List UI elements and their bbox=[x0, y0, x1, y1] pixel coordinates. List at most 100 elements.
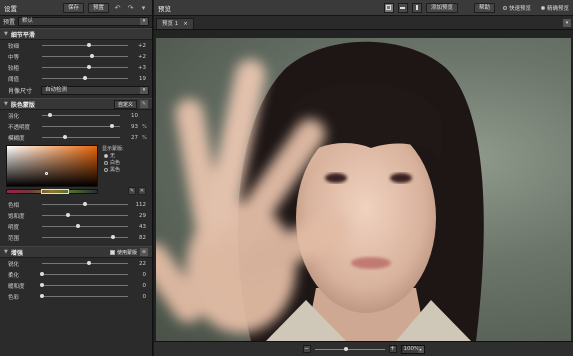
slider-knob[interactable] bbox=[47, 113, 52, 117]
slider-knob[interactable] bbox=[40, 294, 44, 298]
slider-track[interactable] bbox=[42, 113, 120, 117]
portrait-size-select[interactable]: 自动检测 ▾ bbox=[41, 85, 149, 95]
slider-track[interactable] bbox=[42, 124, 120, 128]
mask-option-black[interactable]: 黑色 bbox=[102, 166, 146, 173]
chevron-down-icon[interactable]: ▾ bbox=[563, 19, 571, 27]
color-marker[interactable] bbox=[45, 172, 48, 175]
slider-knob[interactable] bbox=[40, 283, 44, 287]
slider-knob[interactable] bbox=[110, 235, 115, 239]
slider-value[interactable]: 19 bbox=[132, 76, 146, 82]
detail-section-header[interactable]: ▼ 细节平滑 bbox=[0, 28, 152, 40]
split-view-icon[interactable] bbox=[397, 2, 408, 13]
preset-button[interactable]: 预置 bbox=[87, 2, 109, 13]
preset-select-value: 默认 bbox=[22, 18, 34, 24]
use-mask-checkbox[interactable]: 使用蒙版 bbox=[109, 249, 137, 256]
slider-track[interactable] bbox=[40, 272, 128, 276]
slider-value[interactable]: +3 bbox=[132, 65, 146, 71]
zoom-slider[interactable] bbox=[314, 346, 385, 351]
mask-option-none[interactable]: 无 bbox=[102, 152, 146, 159]
slider-knob[interactable] bbox=[83, 202, 87, 206]
preview-image[interactable] bbox=[156, 38, 571, 341]
slider-track[interactable] bbox=[42, 54, 128, 58]
mask-mode-select[interactable]: 自定义 bbox=[113, 99, 137, 109]
add-preview-button[interactable]: 添加预览 bbox=[425, 2, 458, 13]
enhance-section-header[interactable]: ▼ 增强 使用蒙版 ≡ bbox=[0, 246, 152, 258]
eyedropper-remove-icon[interactable]: ✕ bbox=[138, 187, 146, 195]
menu-arrow-icon[interactable]: ▾ bbox=[139, 3, 148, 12]
slider-track[interactable] bbox=[42, 213, 128, 217]
slider-track[interactable] bbox=[40, 283, 128, 287]
slider-row: 锐化 22 bbox=[0, 258, 152, 269]
slider-label: 中等 bbox=[8, 54, 20, 61]
tab-preview-1[interactable]: 预览 1 × bbox=[156, 18, 194, 29]
slider-track[interactable] bbox=[42, 135, 120, 139]
slider-track[interactable] bbox=[40, 294, 128, 298]
slider-value[interactable]: 0 bbox=[132, 294, 147, 300]
preview-header: 预览 添加预览 帮助 快速预览 精确预览 bbox=[154, 0, 573, 16]
zoom-slider-knob[interactable] bbox=[344, 346, 348, 351]
slider-value[interactable]: 0 bbox=[132, 283, 147, 289]
slider-value[interactable]: 112 bbox=[132, 202, 147, 208]
preset-select[interactable]: 默认 ▾ bbox=[18, 17, 149, 26]
mask-option-white[interactable]: 白色 bbox=[102, 159, 146, 166]
single-view-icon[interactable] bbox=[383, 2, 394, 13]
slider-knob[interactable] bbox=[89, 54, 94, 58]
slider-track[interactable] bbox=[42, 224, 128, 228]
radio-icon bbox=[502, 5, 507, 10]
slider-knob[interactable] bbox=[65, 213, 70, 217]
slider-value[interactable]: 0 bbox=[132, 272, 147, 278]
precise-preview-radio[interactable]: 精确预览 bbox=[540, 4, 569, 12]
save-button[interactable]: 保存 bbox=[62, 2, 84, 13]
side-by-side-view-icon[interactable] bbox=[411, 2, 422, 13]
settings-header: 设置 保存 预置 ↶ ↷ ▾ bbox=[0, 0, 152, 16]
redo-icon[interactable]: ↷ bbox=[126, 3, 135, 12]
slider-row: 饱和度 29 bbox=[0, 210, 152, 221]
skin-sliders: 羽化 10 不透明度 93% 模糊度 27% bbox=[0, 110, 152, 143]
mask-display-options: 显示蒙版: 无 白色 黑色 bbox=[102, 145, 146, 193]
slider-value[interactable]: 10 bbox=[124, 113, 138, 119]
slider-value[interactable]: +2 bbox=[132, 43, 146, 49]
fast-preview-radio[interactable]: 快速预览 bbox=[502, 4, 531, 12]
skin-section-header[interactable]: ▼ 肤色蒙版 自定义 ✎ bbox=[0, 98, 152, 110]
enhance-sliders: 锐化 22 柔化 0 暖和度 0 色彩 0 bbox=[0, 258, 152, 302]
eyedropper-icon[interactable]: ✎ bbox=[140, 100, 148, 108]
zoom-out-button[interactable]: − bbox=[302, 345, 311, 353]
slider-knob[interactable] bbox=[76, 224, 81, 228]
slider-track[interactable] bbox=[42, 202, 128, 206]
zoom-in-button[interactable]: + bbox=[388, 345, 397, 353]
slider-knob[interactable] bbox=[87, 43, 92, 47]
slider-track[interactable] bbox=[42, 65, 128, 69]
slider-knob[interactable] bbox=[87, 261, 92, 265]
slider-knob[interactable] bbox=[87, 65, 92, 69]
slider-row: 羽化 10 bbox=[0, 110, 152, 121]
hue-strip[interactable] bbox=[6, 189, 98, 194]
close-icon[interactable]: × bbox=[183, 19, 188, 29]
color-field[interactable] bbox=[6, 145, 98, 187]
slider-track[interactable] bbox=[42, 235, 128, 239]
slider-label: 柔化 bbox=[8, 272, 20, 279]
slider-knob[interactable] bbox=[40, 272, 44, 276]
slider-knob[interactable] bbox=[63, 135, 68, 139]
skin-section-title: 肤色蒙版 bbox=[10, 101, 35, 109]
enhance-options-icon[interactable]: ≡ bbox=[140, 248, 148, 256]
slider-value[interactable]: 22 bbox=[132, 261, 146, 267]
eyedropper-add-icon[interactable]: ✎ bbox=[128, 187, 136, 195]
hue-window[interactable] bbox=[41, 189, 69, 194]
slider-knob[interactable] bbox=[110, 124, 115, 128]
slider-track[interactable] bbox=[42, 43, 128, 47]
slider-label: 阈值 bbox=[8, 76, 20, 83]
slider-value[interactable]: 82 bbox=[132, 235, 146, 241]
preset-row: 预置 默认 ▾ bbox=[0, 16, 152, 28]
slider-knob[interactable] bbox=[83, 76, 87, 80]
zoom-select[interactable]: 100% ▾ bbox=[400, 344, 425, 354]
help-button[interactable]: 帮助 bbox=[473, 2, 495, 13]
slider-track[interactable] bbox=[42, 76, 128, 80]
slider-value[interactable]: 43 bbox=[132, 224, 146, 230]
slider-track[interactable] bbox=[42, 261, 128, 265]
slider-value[interactable]: 27 bbox=[124, 135, 138, 141]
slider-value[interactable]: +2 bbox=[132, 54, 146, 60]
slider-value[interactable]: 93 bbox=[124, 124, 138, 130]
undo-icon[interactable]: ↶ bbox=[113, 3, 122, 12]
slider-value[interactable]: 29 bbox=[132, 213, 146, 219]
collapse-icon: ▼ bbox=[4, 249, 8, 255]
